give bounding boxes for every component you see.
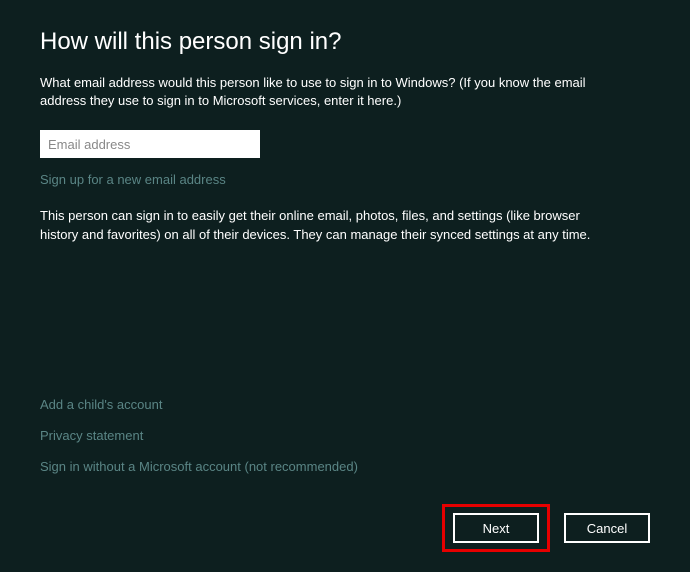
signup-email-link[interactable]: Sign up for a new email address xyxy=(40,172,650,187)
sign-in-without-account-link[interactable]: Sign in without a Microsoft account (not… xyxy=(40,459,358,474)
bottom-links-group: Add a child's account Privacy statement … xyxy=(40,397,358,490)
description-text: This person can sign in to easily get th… xyxy=(40,207,620,243)
button-row: Next Cancel xyxy=(442,504,650,552)
email-field[interactable] xyxy=(40,130,260,158)
next-button[interactable]: Next xyxy=(453,513,539,543)
next-button-highlight: Next xyxy=(442,504,550,552)
cancel-button[interactable]: Cancel xyxy=(564,513,650,543)
privacy-statement-link[interactable]: Privacy statement xyxy=(40,428,358,443)
intro-text: What email address would this person lik… xyxy=(40,74,600,110)
page-title: How will this person sign in? xyxy=(40,28,650,56)
add-child-account-link[interactable]: Add a child's account xyxy=(40,397,358,412)
